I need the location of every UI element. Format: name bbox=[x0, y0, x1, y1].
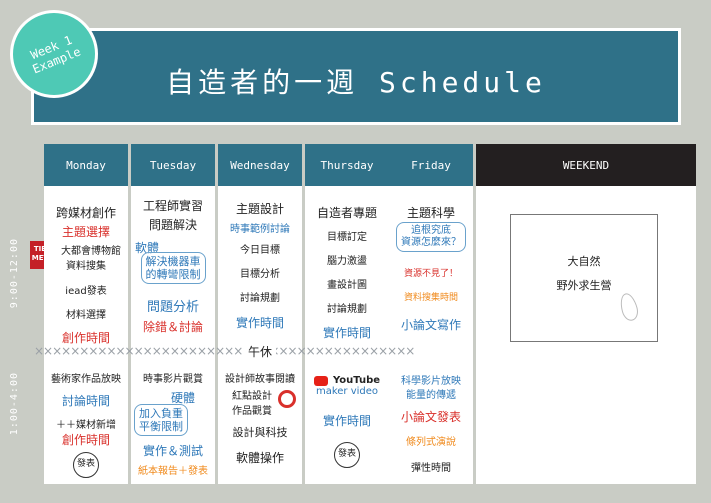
tue-pm-6: 紙本報告＋發表 bbox=[138, 466, 208, 477]
tue-am-6: 問題分析 bbox=[146, 300, 199, 315]
fri-am-6: 小論文寫作 bbox=[400, 318, 461, 332]
column-friday: Friday 主題科學 追根究底 資源怎麼來？ 資源不見了！ 資料搜集時間 小論文… bbox=[389, 144, 473, 484]
fri-am-3: 資源怎麼來？ bbox=[401, 237, 461, 248]
wed-pm-5: 軟體操作 bbox=[235, 451, 284, 465]
wed-pm-4: 設計與科技 bbox=[232, 426, 288, 439]
column-thursday: Thursday 自造者專題 目標訂定 腦力激盪 畫設計圖 討論規劃 實作時間 … bbox=[305, 144, 389, 484]
day-header-tuesday: Tuesday bbox=[131, 144, 215, 186]
leaf-icon bbox=[617, 291, 641, 323]
column-wednesday: Wednesday 主題設計 時事範例討論 今日目標 目標分析 討論規劃 實作時… bbox=[218, 144, 302, 484]
weekend-line-2: 野外求生營 bbox=[556, 279, 612, 292]
tue-pm-box-inner: 加入負重 平衡限制 bbox=[134, 404, 188, 436]
mon-pm-2: 討論時間 bbox=[61, 394, 110, 408]
day-header-weekend: WEEKEND bbox=[476, 144, 696, 186]
tue-am-5: 的轉彎限制 bbox=[145, 268, 201, 281]
youtube-play-icon bbox=[313, 375, 328, 386]
wed-am-2: 時事範例討論 bbox=[230, 224, 290, 235]
weekend-line-1: 大自然 bbox=[567, 255, 601, 268]
page-title: 自造者的一週 Schedule bbox=[166, 66, 546, 99]
wed-pm-1: 設計師故事閱讀 bbox=[225, 374, 295, 385]
lunch-label: 午休 bbox=[244, 343, 277, 360]
tue-pm-3: 加入負重 bbox=[139, 407, 183, 420]
mon-am-3: 大都會博物館 bbox=[61, 246, 121, 257]
mon-pm-3: ＋＋媒材新增 bbox=[56, 420, 116, 431]
day-header-wednesday: Wednesday bbox=[218, 144, 302, 186]
day-header-friday: Friday bbox=[389, 144, 473, 186]
fri-pm-2: 能量的傳遞 bbox=[406, 390, 456, 401]
youtube-text: YouTube bbox=[332, 375, 381, 386]
thu-pm-3: 實作時間 bbox=[322, 414, 371, 428]
column-weekend: WEEKEND 大自然 野外求生營 bbox=[476, 144, 696, 484]
mon-pm-1: 藝術家作品放映 bbox=[51, 374, 121, 385]
tue-am-4: 解決機器車 bbox=[145, 255, 201, 268]
thu-pm-2: maker video bbox=[315, 386, 379, 397]
mon-am-4: 資料搜集 bbox=[66, 261, 106, 272]
tue-pm-5: 實作＆測試 bbox=[142, 444, 203, 458]
morning-time-label: 9:00-12:00 bbox=[9, 238, 20, 309]
thu-am-5: 討論規劃 bbox=[327, 304, 367, 315]
mon-am-6: 材料選擇 bbox=[66, 310, 106, 321]
tue-pm-4: 平衡限制 bbox=[139, 420, 183, 433]
day-header-thursday: Thursday bbox=[305, 144, 389, 186]
mon-am-1: 跨媒材創作 bbox=[55, 206, 116, 220]
fri-pm-1: 科學影片放映 bbox=[401, 376, 461, 387]
thu-am-1: 自造者專題 bbox=[316, 206, 377, 220]
mon-pm-5-wrap: 發表 bbox=[44, 451, 128, 478]
fri-am-5: 資料搜集時間 bbox=[403, 293, 458, 303]
tue-am-1: 工程師實習 bbox=[142, 199, 203, 213]
tue-am-7: 除錯＆討論 bbox=[142, 320, 203, 334]
fri-am-box: 追根究底 資源怎麼來？ bbox=[389, 222, 473, 252]
title-banner: 自造者的一週 Schedule bbox=[31, 28, 681, 125]
column-monday: Monday 跨媒材創作 主題選擇 大都會博物館 資料搜集 iead發表 材料選… bbox=[44, 144, 128, 484]
wed-am-4: 目標分析 bbox=[240, 269, 280, 280]
mon-am-2: 主題選擇 bbox=[61, 225, 110, 239]
tue-pm-box: 加入負重 平衡限制 bbox=[119, 404, 203, 436]
thu-am-6: 實作時間 bbox=[322, 326, 371, 340]
weekend-card: 大自然 野外求生營 bbox=[510, 214, 658, 342]
mon-am-5: iead發表 bbox=[65, 286, 107, 297]
tue-am-box-inner: 解決機器車 的轉彎限制 bbox=[140, 252, 206, 284]
column-tuesday: Tuesday 工程師實習 問題解決 軟體 解決機器車 的轉彎限制 問題分析 除錯… bbox=[131, 144, 215, 484]
tue-am-box: 解決機器車 的轉彎限制 bbox=[131, 252, 215, 284]
mon-pm-4: 創作時間 bbox=[61, 433, 110, 447]
fri-pm-4: 條列式演說 bbox=[406, 437, 456, 448]
present-circle-icon: 發表 bbox=[334, 442, 360, 468]
wed-am-6: 實作時間 bbox=[235, 316, 284, 330]
tue-am-2: 問題解決 bbox=[148, 218, 197, 232]
wed-am-1: 主題設計 bbox=[235, 202, 284, 216]
tue-pm-1: 時事影片觀賞 bbox=[143, 374, 203, 385]
thu-am-3: 腦力激盪 bbox=[327, 256, 367, 267]
fri-am-2: 追根究底 bbox=[411, 225, 451, 236]
afternoon-time-label: 1:00-4:00 bbox=[9, 372, 20, 436]
fri-pm-5: 彈性時間 bbox=[411, 463, 451, 474]
thu-am-2: 目標訂定 bbox=[327, 232, 367, 243]
thu-pm-4-wrap: 發表 bbox=[305, 441, 389, 468]
red-dot-award-icon bbox=[278, 390, 296, 408]
wed-am-5: 討論規劃 bbox=[240, 293, 280, 304]
fri-pm-3: 小論文發表 bbox=[400, 410, 461, 424]
fri-am-box-inner: 追根究底 資源怎麼來？ bbox=[396, 222, 466, 252]
present-circle-icon: 發表 bbox=[73, 452, 99, 478]
wed-am-3: 今日目標 bbox=[240, 245, 280, 256]
day-header-monday: Monday bbox=[44, 144, 128, 186]
fri-am-1: 主題科學 bbox=[406, 206, 455, 220]
thu-am-4: 畫設計圖 bbox=[327, 280, 367, 291]
fri-am-4: 資源不見了！ bbox=[403, 269, 458, 279]
